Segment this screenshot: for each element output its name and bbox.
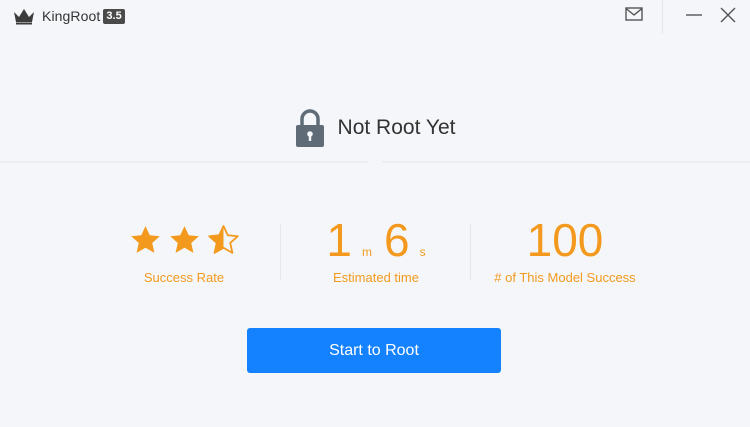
status-text: Not Root Yet <box>337 116 456 139</box>
title-bar: KingRoot 3.5 <box>0 0 750 34</box>
star-full-icon <box>130 225 160 253</box>
section-divider <box>0 161 750 163</box>
minimize-icon <box>686 14 702 16</box>
time-minutes-unit: m <box>362 245 372 259</box>
titlebar-divider <box>662 0 663 34</box>
minimize-button[interactable] <box>685 6 703 24</box>
close-icon <box>720 7 736 23</box>
estimated-time-value: 1m6s <box>296 216 456 264</box>
kingroot-window: KingRoot 3.5 Not Root Yet Success Rate 1… <box>0 0 750 427</box>
mail-icon <box>625 7 643 21</box>
lock-icon <box>295 109 324 147</box>
model-success-label: # of This Model Success <box>494 270 636 285</box>
app-name: KingRoot <box>42 8 101 24</box>
success-rate-stat: Success Rate <box>104 216 264 285</box>
success-rate-stars <box>104 216 264 264</box>
mail-button[interactable] <box>624 6 644 22</box>
start-to-root-button[interactable]: Start to Root <box>247 328 501 373</box>
estimated-time-stat: 1m6s Estimated time <box>296 216 456 285</box>
stat-separator <box>470 224 471 280</box>
close-button[interactable] <box>719 6 737 24</box>
crown-logo-icon <box>14 9 34 25</box>
brand: KingRoot 3.5 <box>12 7 125 25</box>
time-seconds: 6 <box>384 214 410 266</box>
root-status: Not Root Yet <box>0 108 750 148</box>
time-seconds-unit: s <box>419 245 426 259</box>
time-minutes: 1 <box>326 214 352 266</box>
success-rate-label: Success Rate <box>143 270 225 285</box>
stat-separator <box>280 224 281 280</box>
model-success-stat: 100 # of This Model Success <box>480 216 650 285</box>
star-half-icon <box>207 224 239 254</box>
model-success-value: 100 <box>526 214 604 266</box>
star-full-icon <box>169 225 199 253</box>
stats-panel: Success Rate 1m6s Estimated time 100 # o… <box>0 216 750 288</box>
estimated-time-label: Estimated time <box>333 270 419 285</box>
version-badge: 3.5 <box>103 8 125 24</box>
